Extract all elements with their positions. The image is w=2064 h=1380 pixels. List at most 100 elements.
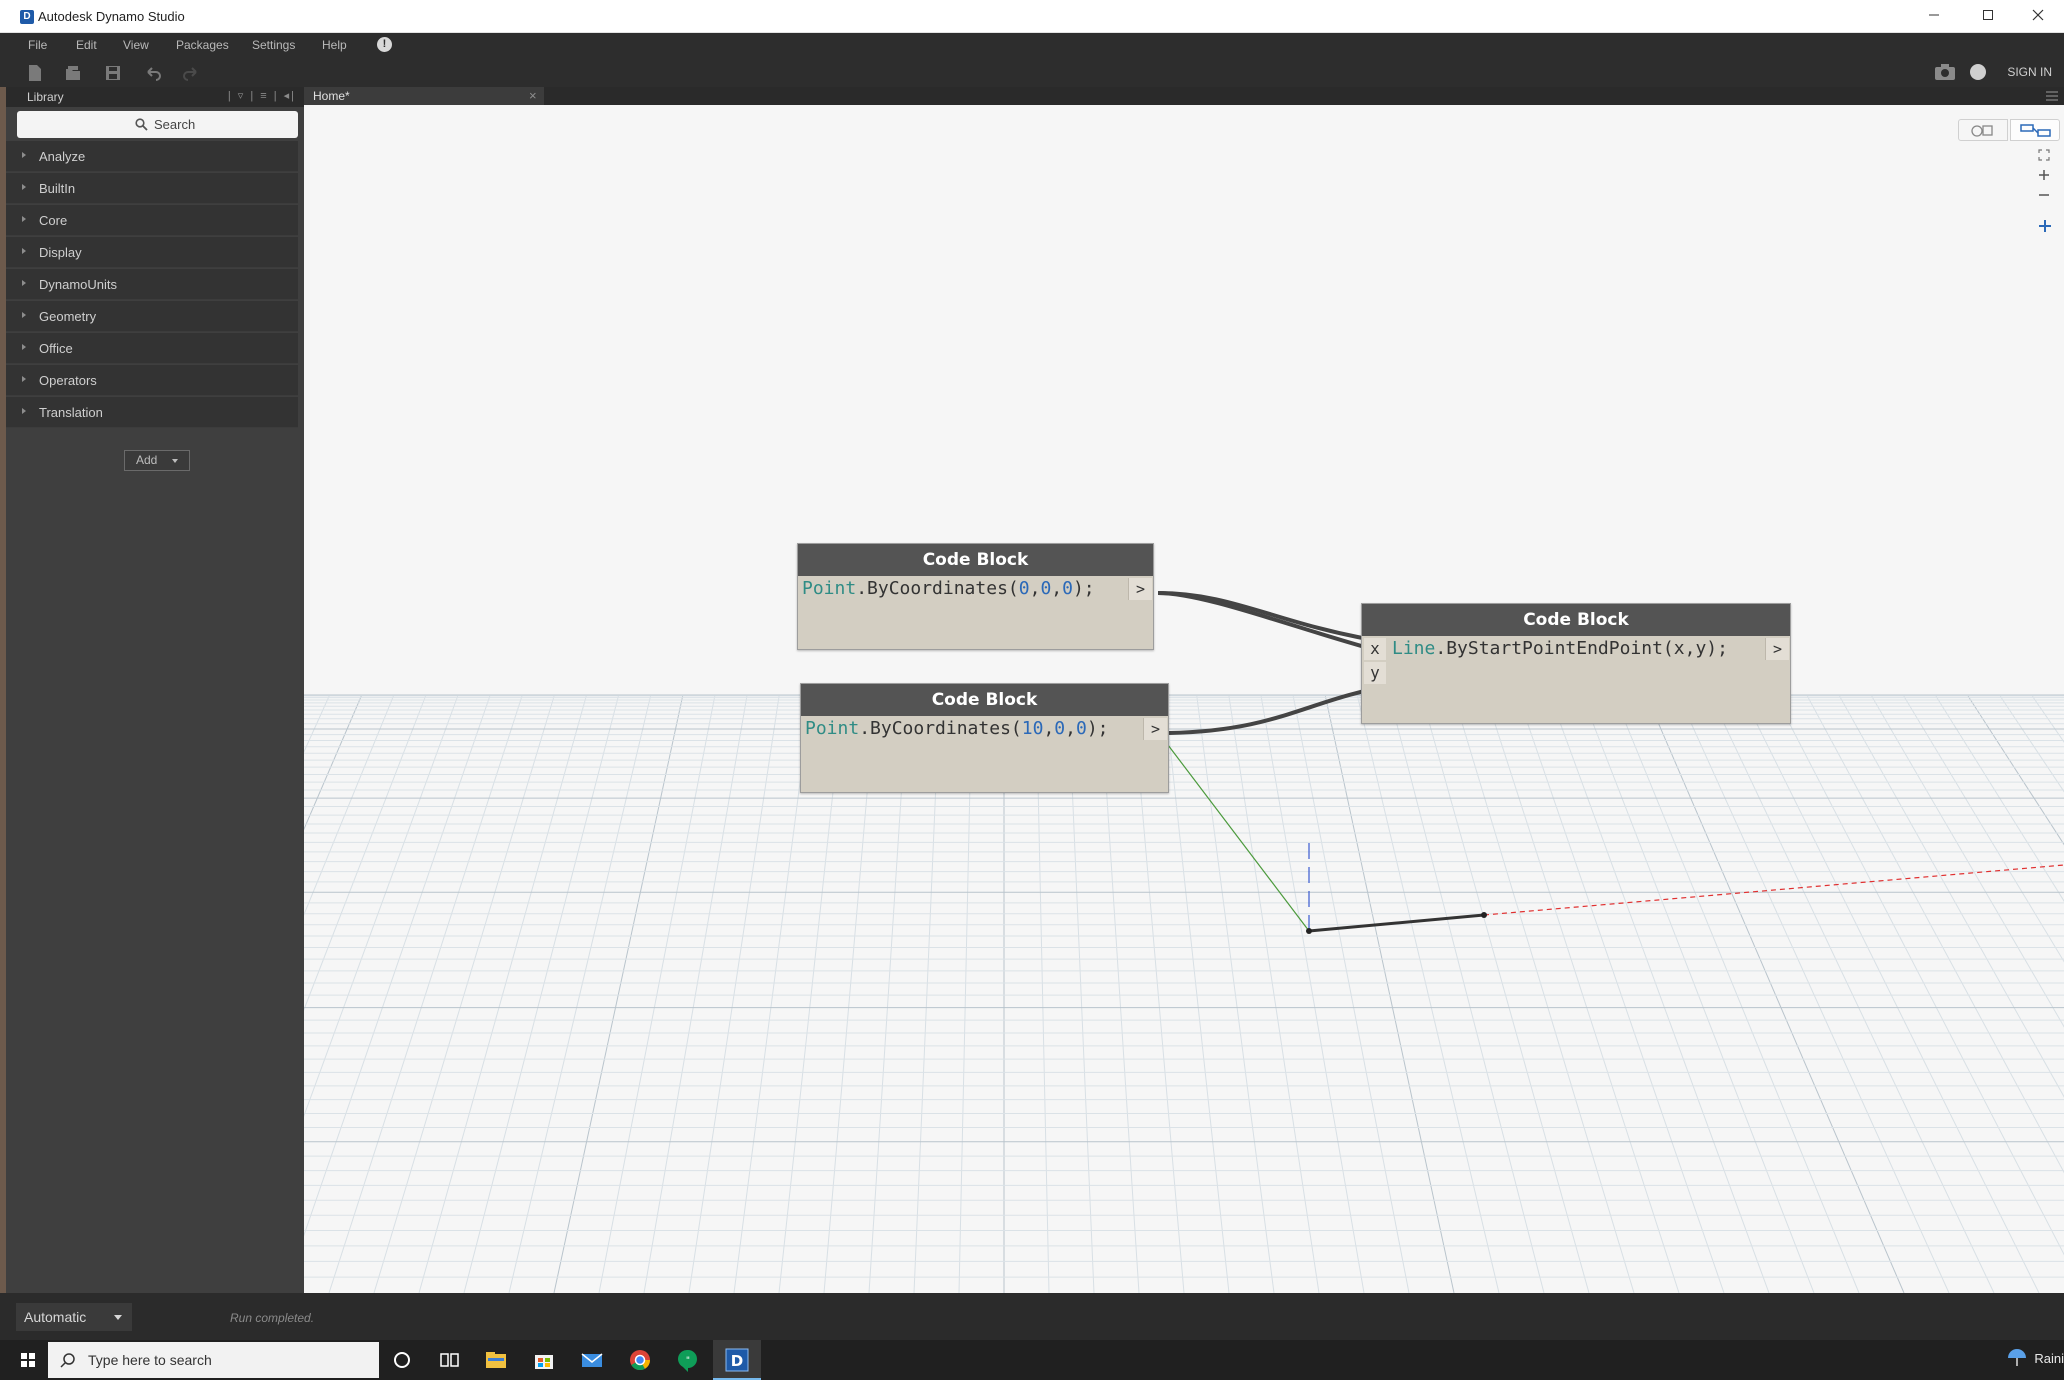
undo-icon[interactable]	[143, 63, 163, 83]
zoom-out-button[interactable]	[2038, 189, 2060, 211]
add-library-button[interactable]: Add	[124, 450, 190, 471]
menu-file[interactable]: File	[28, 38, 47, 52]
node-title: Code Block	[1362, 604, 1790, 636]
category-label: DynamoUnits	[39, 277, 118, 292]
code-arg: 10	[1021, 718, 1044, 739]
task-view-icon[interactable]	[435, 1346, 463, 1374]
category-label: Display	[39, 245, 82, 260]
library-category-dynamounits[interactable]: DynamoUnits	[6, 269, 298, 300]
windows-start-icon[interactable]	[14, 1346, 42, 1374]
toolbar: SIGN IN	[0, 59, 2064, 87]
code-editor[interactable]: Point.ByCoordinates(0,0,0);	[802, 578, 1095, 599]
library-view-tools-icon[interactable]: | ▿ | ≡ | ◂|	[228, 89, 296, 102]
library-category-builtin[interactable]: BuiltIn	[6, 173, 298, 204]
code-arg: 0	[1018, 578, 1030, 599]
taskbar-active-app[interactable]: D	[713, 1340, 761, 1380]
chevron-right-icon	[22, 344, 26, 350]
maximize-button[interactable]	[1966, 0, 2010, 33]
hangouts-icon[interactable]: "	[674, 1346, 702, 1374]
sign-in-button[interactable]: SIGN IN	[2007, 65, 2052, 79]
tab-home[interactable]: Home* ×	[304, 87, 544, 105]
output-port[interactable]: >	[1128, 578, 1152, 600]
input-port-y[interactable]: y	[1364, 662, 1386, 684]
dynamo-logo-icon: D	[20, 10, 34, 24]
code-block-node-start-point[interactable]: Code Block Point.ByCoordinates(0,0,0); >	[797, 543, 1154, 650]
chevron-right-icon	[22, 184, 26, 190]
library-category-geometry[interactable]: Geometry	[6, 301, 298, 332]
run-mode-select[interactable]: Automatic	[16, 1303, 132, 1331]
mail-icon[interactable]	[578, 1346, 606, 1374]
zoom-in-button[interactable]	[2038, 169, 2060, 191]
menu-packages[interactable]: Packages	[176, 38, 229, 52]
redo-icon[interactable]	[181, 63, 201, 83]
chevron-right-icon	[22, 248, 26, 254]
library-header: Library | ▿ | ≡ | ◂|	[6, 87, 304, 107]
chrome-icon[interactable]	[626, 1346, 654, 1374]
zoom-fit-button[interactable]	[2038, 149, 2060, 171]
code-identifier: Point	[802, 578, 857, 599]
tab-close-icon[interactable]: ×	[529, 88, 537, 103]
zoom-controls	[2038, 149, 2060, 245]
code-arg: 0	[1054, 718, 1066, 739]
library-category-display[interactable]: Display	[6, 237, 298, 268]
library-title: Library	[27, 90, 64, 104]
category-label: Translation	[39, 405, 103, 420]
menu-help[interactable]: Help	[322, 38, 347, 52]
library-category-translation[interactable]: Translation	[6, 397, 298, 428]
chevron-down-icon	[114, 1315, 122, 1320]
code-arg: 0	[1075, 718, 1087, 739]
library-search-input[interactable]: Search	[17, 111, 298, 138]
code-text: .ByCoordinates(	[856, 578, 1019, 599]
file-explorer-icon[interactable]	[482, 1346, 510, 1374]
taskbar-weather[interactable]: Raini	[2008, 1349, 2064, 1366]
menu-edit[interactable]: Edit	[76, 38, 97, 52]
category-label: BuiltIn	[39, 181, 76, 196]
hamburger-menu-icon[interactable]	[2046, 90, 2058, 102]
output-port[interactable]: >	[1143, 718, 1167, 740]
close-icon	[2032, 9, 2044, 21]
code-block-node-line[interactable]: Code Block x y Line.ByStartPointEndPoint…	[1361, 603, 1791, 724]
code-text: );	[1072, 578, 1095, 599]
library-category-operators[interactable]: Operators	[6, 365, 298, 396]
new-file-icon[interactable]	[25, 63, 45, 83]
code-identifier: Point	[805, 718, 860, 739]
background-3d-grid	[304, 694, 2064, 1293]
chevron-right-icon	[22, 376, 26, 382]
minus-icon	[2039, 194, 2049, 196]
pan-button[interactable]	[2038, 219, 2060, 241]
code-arg: 0	[1062, 578, 1073, 599]
menu-view[interactable]: View	[123, 38, 149, 52]
menu-bar: File Edit View Packages Settings Help !	[0, 33, 2064, 59]
chevron-down-icon	[172, 459, 178, 463]
library-category-core[interactable]: Core	[6, 205, 298, 236]
menu-settings[interactable]: Settings	[252, 38, 295, 52]
code-editor[interactable]: Point.ByCoordinates(10,0,0);	[805, 718, 1109, 739]
node-title: Code Block	[801, 684, 1168, 716]
umbrella-icon	[2008, 1349, 2027, 1366]
user-avatar-icon[interactable]	[1970, 64, 1986, 80]
chevron-right-icon	[22, 312, 26, 318]
graph-canvas[interactable]: Code Block Point.ByCoordinates(0,0,0); >…	[304, 105, 2064, 1293]
close-window-button[interactable]	[2016, 0, 2060, 33]
notification-info-icon[interactable]: !	[377, 37, 392, 52]
library-category-analyze[interactable]: Analyze	[6, 141, 298, 172]
cortana-icon[interactable]	[388, 1346, 416, 1374]
camera-icon[interactable]	[1934, 63, 1956, 81]
graph-view-icon	[2020, 124, 2051, 137]
save-icon[interactable]	[103, 63, 123, 83]
output-port[interactable]: >	[1765, 638, 1789, 660]
code-block-node-end-point[interactable]: Code Block Point.ByCoordinates(10,0,0); …	[800, 683, 1169, 793]
code-text: .ByCoordinates(	[859, 718, 1022, 739]
maximize-icon	[1983, 10, 1993, 20]
taskbar-search-input[interactable]: Type here to search	[48, 1342, 379, 1378]
graph-view-toggle[interactable]	[2010, 119, 2060, 141]
library-category-office[interactable]: Office	[6, 333, 298, 364]
open-file-icon[interactable]	[63, 63, 83, 83]
code-identifier: Line	[1392, 638, 1436, 659]
input-port-x[interactable]: x	[1364, 638, 1386, 660]
store-icon[interactable]	[530, 1346, 558, 1374]
geometry-view-toggle[interactable]	[1958, 119, 2008, 141]
fit-view-icon	[2038, 149, 2050, 161]
code-editor[interactable]: Line.ByStartPointEndPoint(x,y);	[1392, 638, 1728, 659]
minimize-button[interactable]	[1912, 0, 1956, 33]
